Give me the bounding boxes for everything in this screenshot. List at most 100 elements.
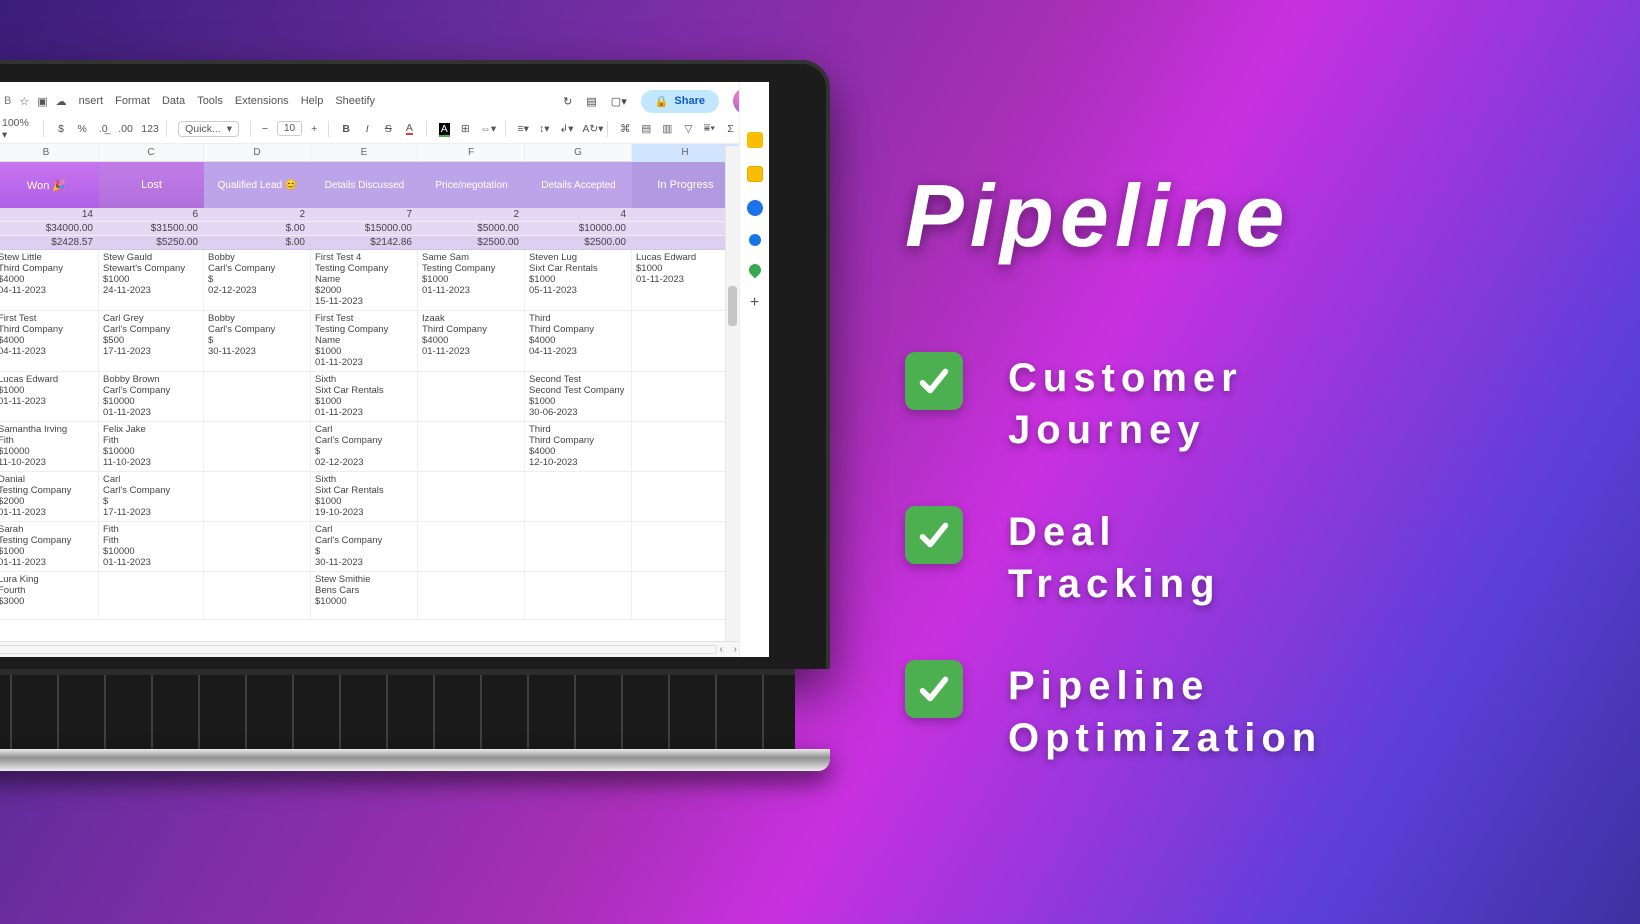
summary-cell[interactable]: $ (632, 222, 739, 236)
summary-cell[interactable]: $2428.57 (0, 236, 99, 250)
summary-cell[interactable]: 6 (99, 208, 204, 222)
pipeline-card[interactable] (418, 422, 525, 472)
halign-icon[interactable]: ≡▾ (517, 123, 529, 135)
pipeline-card[interactable]: SarahTesting Company$100001-11-2023 (0, 522, 99, 572)
history-icon[interactable]: ↻ (563, 95, 572, 108)
summary-cell[interactable]: $.00 (204, 236, 311, 250)
pipeline-card[interactable] (525, 572, 632, 620)
summary-cell[interactable]: 4 (525, 208, 632, 222)
cloud-icon[interactable]: ☁ (56, 95, 67, 108)
fill-color-icon[interactable]: A (438, 123, 450, 135)
pipeline-card[interactable]: Samantha IrvingFith$1000011-10-2023 (0, 422, 99, 472)
pipeline-card[interactable]: CarlCarl's Company$02-12-2023 (311, 422, 418, 472)
zoom-select[interactable]: 100% ▾ (2, 117, 32, 141)
pipeline-card[interactable]: Stew LittleThird Company$400004-11-2023 (0, 250, 99, 311)
menu-help[interactable]: Help (301, 95, 324, 107)
link-icon[interactable]: ⌘ (619, 123, 631, 135)
col-header-F[interactable]: F (418, 144, 525, 162)
summary-cell[interactable]: $5000.00 (418, 222, 525, 236)
col-header-B[interactable]: B (0, 144, 99, 162)
pipeline-card[interactable]: ThirdThird Company$400004-11-2023 (525, 311, 632, 372)
percent-icon[interactable]: % (76, 123, 88, 135)
strike-icon[interactable]: S (382, 123, 394, 135)
col-header-D[interactable]: D (204, 144, 311, 162)
col-header-E[interactable]: E (311, 144, 418, 162)
pipeline-card[interactable]: BobbyCarl's Company$02-12-2023 (204, 250, 311, 311)
stage-inprogress[interactable]: In Progress (632, 162, 739, 208)
comment-icon[interactable]: ▤ (586, 95, 596, 108)
pipeline-card[interactable]: SixthSixt Car Rentals$100019-10-2023 (311, 472, 418, 522)
pipeline-card[interactable] (525, 522, 632, 572)
stage-price[interactable]: Price/negotation (418, 162, 525, 208)
menu-extensions[interactable]: Extensions (235, 95, 289, 107)
stage-discussed[interactable]: Details Discussed (311, 162, 418, 208)
summary-cell[interactable]: $2500.00 (418, 236, 525, 250)
pipeline-card[interactable]: DanialTesting Company$200001-11-2023 (0, 472, 99, 522)
pipeline-card[interactable]: CarlCarl's Company$30-11-2023 (311, 522, 418, 572)
summary-cell[interactable]: 2 (204, 208, 311, 222)
share-button[interactable]: 🔒 Share (641, 90, 719, 113)
star-icon[interactable]: ☆ (19, 95, 29, 108)
pipeline-card[interactable]: Second TestSecond Test Company$100030-06… (525, 372, 632, 422)
col-header-H[interactable]: H (632, 144, 739, 162)
horizontal-scrollbar[interactable]: ‹ › (0, 641, 747, 657)
stage-accepted[interactable]: Details Accepted (525, 162, 632, 208)
maps-icon[interactable] (746, 262, 763, 279)
pipeline-card[interactable]: Lucas Edward$100001-11-2023 (632, 250, 739, 311)
pipeline-card[interactable]: FithFith$1000001-11-2023 (99, 522, 204, 572)
add-addon-icon[interactable]: + (750, 294, 759, 312)
pipeline-card[interactable]: IzaakThird Company$400001-11-2023 (418, 311, 525, 372)
summary-cell[interactable]: $34000.00 (0, 222, 99, 236)
pipeline-card[interactable]: Carl GreyCarl's Company$50017-11-2023 (99, 311, 204, 372)
pipeline-card[interactable] (418, 372, 525, 422)
pipeline-card[interactable] (204, 572, 311, 620)
italic-icon[interactable]: I (361, 123, 373, 135)
col-header-C[interactable]: C (99, 144, 204, 162)
pipeline-card[interactable] (204, 522, 311, 572)
pipeline-card[interactable] (632, 372, 739, 422)
pipeline-card[interactable]: Same SamTesting Company$100001-11-2023 (418, 250, 525, 311)
font-inc-icon[interactable]: + (311, 123, 317, 135)
summary-cell[interactable]: 7 (311, 208, 418, 222)
summary-cell[interactable]: $31500.00 (99, 222, 204, 236)
chart-icon[interactable]: ▥ (661, 123, 673, 135)
merge-icon[interactable]: ⇔▾ (480, 123, 494, 135)
pipeline-card[interactable]: Bobby BrownCarl's Company$1000001-11-202… (99, 372, 204, 422)
summary-cell[interactable]: $10000.00 (525, 222, 632, 236)
pipeline-card[interactable] (204, 422, 311, 472)
wrap-icon[interactable]: ↲▾ (559, 123, 573, 135)
pipeline-card[interactable]: ThirdThird Company$400012-10-2023 (525, 422, 632, 472)
menu-data[interactable]: Data (162, 95, 185, 107)
move-icon[interactable]: ▣ (37, 95, 47, 108)
pipeline-card[interactable]: CarlCarl's Company$17-11-2023 (99, 472, 204, 522)
decimal-inc-icon[interactable]: .00 (118, 123, 132, 135)
font-size-input[interactable]: 10 (277, 121, 302, 136)
bold-icon[interactable]: B (340, 123, 352, 135)
pipeline-card[interactable]: Lucas Edward$100001-11-2023 (0, 372, 99, 422)
menu-tools[interactable]: Tools (197, 95, 223, 107)
font-select[interactable]: Quick...▾ (178, 121, 239, 137)
text-color-icon[interactable]: A (403, 122, 415, 135)
col-header-G[interactable]: G (525, 144, 632, 162)
pipeline-card[interactable]: BobbyCarl's Company$30-11-2023 (204, 311, 311, 372)
pipeline-card[interactable] (632, 422, 739, 472)
menu-nsert[interactable]: nsert (79, 95, 103, 107)
currency-icon[interactable]: $ (55, 123, 67, 135)
pipeline-card[interactable] (204, 472, 311, 522)
pipeline-grid[interactable]: Stew LittleThird Company$400004-11-2023 S… (0, 250, 769, 620)
pipeline-card[interactable]: Felix JakeFith$1000011-10-2023 (99, 422, 204, 472)
summary-cell[interactable]: $15000.00 (311, 222, 418, 236)
pipeline-card[interactable]: Lura KingFourth$3000 (0, 572, 99, 620)
pipeline-card[interactable] (525, 472, 632, 522)
pipeline-card[interactable] (632, 572, 739, 620)
column-header[interactable]: BCDEFGH (0, 144, 769, 162)
meet-icon[interactable]: ▢▾ (611, 95, 627, 108)
menu-sheetify[interactable]: Sheetify (335, 95, 375, 107)
pipeline-card[interactable]: Steven LugSixt Car Rentals$100005-11-202… (525, 250, 632, 311)
pipeline-card[interactable] (418, 572, 525, 620)
contacts-icon[interactable] (749, 234, 761, 246)
summary-cell[interactable] (632, 208, 739, 222)
pipeline-card[interactable]: First TestThird Company$400004-11-2023 (0, 311, 99, 372)
decimal-dec-icon[interactable]: .0̲ (97, 123, 109, 135)
rotate-icon[interactable]: A↻▾ (582, 123, 596, 135)
